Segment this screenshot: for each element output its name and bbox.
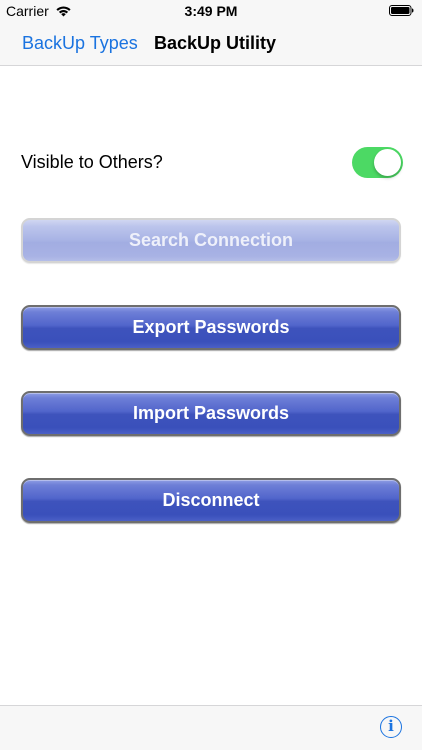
visible-to-others-row: Visible to Others? (0, 146, 422, 180)
visible-to-others-label: Visible to Others? (21, 152, 163, 172)
visible-to-others-switch[interactable] (352, 147, 403, 178)
export-passwords-button[interactable]: Export Passwords (21, 305, 401, 350)
status-bar: Carrier 3:49 PM (0, 0, 422, 22)
status-time: 3:49 PM (184, 3, 238, 19)
info-icon[interactable]: i (380, 716, 402, 738)
battery-icon (389, 5, 414, 16)
disconnect-button[interactable]: Disconnect (21, 478, 401, 523)
switch-knob (374, 149, 401, 176)
bottom-toolbar: i (0, 705, 422, 750)
import-passwords-button[interactable]: Import Passwords (21, 391, 401, 436)
navigation-bar: BackUp Types BackUp Utility (0, 22, 422, 66)
back-button[interactable]: BackUp Types (22, 33, 138, 54)
page-title: BackUp Utility (154, 33, 277, 53)
search-connection-button[interactable]: Search Connection (21, 218, 401, 263)
app-screen: Carrier 3:49 PM BackUp Types BackUp Util… (0, 0, 422, 750)
